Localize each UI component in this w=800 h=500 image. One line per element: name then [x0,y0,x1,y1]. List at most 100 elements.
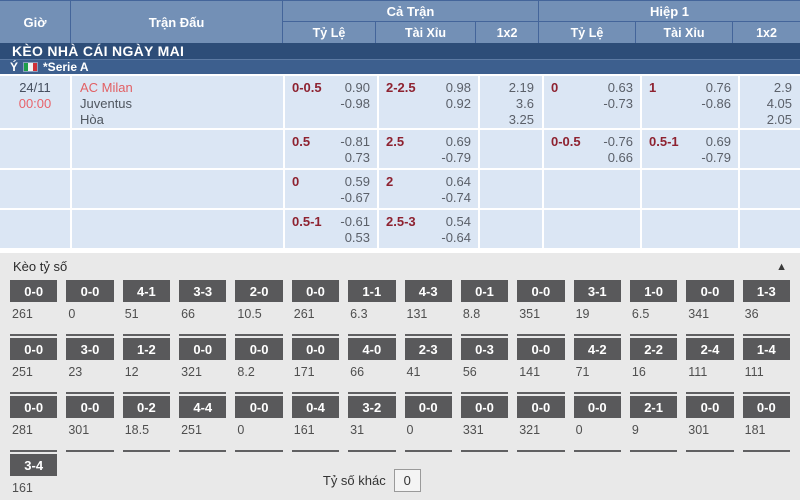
ft-handicap-line[interactable]: 0.5-1 [292,214,322,246]
ft-overunder-odd-value[interactable]: -0.64 [441,230,471,246]
ft-overunder-line[interactable]: 2-2.5 [386,80,416,126]
ft-overunder-odd-value[interactable]: 0.98 [446,80,471,96]
score-option-button[interactable]: 1-2 [123,338,170,360]
score-option-button[interactable]: 1-1 [348,280,395,302]
score-option-button[interactable]: 0-0 [743,396,790,418]
ft-handicap-line[interactable]: 0-0.5 [292,80,322,126]
other-score-input[interactable]: 0 [394,469,421,492]
h1-handicap-line[interactable]: 0-0.5 [551,134,581,166]
score-option-button[interactable]: 2-0 [235,280,282,302]
ft-1x2-odd-value[interactable]: 2.19 [480,80,534,96]
ft-overunder-cell[interactable]: 2.5-3 0.54-0.64 [379,210,478,248]
h1-handicap-odd-value[interactable]: 0.66 [603,150,633,166]
ft-overunder-odd-value[interactable]: -0.79 [441,150,471,166]
score-option-button[interactable]: 3-3 [179,280,226,302]
score-option-button[interactable]: 4-2 [574,338,621,360]
h1-1x2-odd-value[interactable]: 2.9 [740,80,792,96]
score-option-button[interactable]: 0-0 [10,338,57,360]
score-option-button[interactable]: 0-4 [292,396,339,418]
ft-overunder-odd-value[interactable]: 0.92 [446,96,471,112]
score-option-button[interactable]: 1-0 [630,280,677,302]
h1-overunder-line[interactable]: 0.5-1 [649,134,679,166]
ft-overunder-line[interactable]: 2.5-3 [386,214,416,246]
score-option-button[interactable]: 2-1 [630,396,677,418]
collapse-arrow-icon[interactable]: ▲ [776,261,787,273]
ft-1x2-odd-value[interactable]: 3.25 [480,112,534,128]
ft-1x2-odd-value[interactable]: 3.6 [480,96,534,112]
score-option-button[interactable]: 4-4 [179,396,226,418]
h1-overunder-odd-value[interactable]: -0.79 [701,150,731,166]
h1-overunder-line[interactable]: 1 [649,80,656,126]
ft-overunder-odd-value[interactable]: 0.69 [441,134,471,150]
score-option-button[interactable]: 0-0 [405,396,452,418]
score-option-button[interactable]: 0-0 [686,396,733,418]
score-option-button[interactable]: 1-4 [743,338,790,360]
score-option-button[interactable]: 0-0 [292,280,339,302]
ft-overunder-line[interactable]: 2.5 [386,134,404,166]
score-option-button[interactable]: 3-0 [66,338,113,360]
ft-overunder-cell[interactable]: 2 0.64-0.74 [379,170,478,208]
score-option-button[interactable]: 3-2 [348,396,395,418]
score-option-button[interactable]: 0-0 [235,396,282,418]
h1-1x2-cell[interactable]: 2.94.052.05 [740,76,800,128]
h1-handicap-cell[interactable]: 0-0.5 -0.760.66 [544,130,640,168]
ft-handicap-odd-value[interactable]: -0.61 [340,214,370,230]
h1-handicap-cell[interactable]: 0 0.63-0.73 [544,76,640,128]
h1-1x2-odd-value[interactable]: 2.05 [740,112,792,128]
score-option-button[interactable]: 2-3 [405,338,452,360]
h1-1x2-odd-value[interactable]: 4.05 [740,96,792,112]
h1-overunder-odd-value[interactable]: 0.76 [701,80,731,96]
ft-handicap-cell[interactable]: 0-0.5 0.90-0.98 [285,76,377,128]
score-option-button[interactable]: 0-0 [10,396,57,418]
score-option-button[interactable]: 0-0 [66,396,113,418]
score-option-button[interactable]: 0-0 [461,396,508,418]
score-option-button[interactable]: 0-0 [517,338,564,360]
ft-handicap-odd-value[interactable]: -0.67 [340,190,370,206]
ft-handicap-cell[interactable]: 0 0.59-0.67 [285,170,377,208]
score-option-button[interactable]: 0-0 [517,396,564,418]
ft-handicap-odd-value[interactable]: 0.59 [340,174,370,190]
h1-handicap-line[interactable]: 0 [551,80,558,126]
score-option-button[interactable]: 3-1 [574,280,621,302]
ft-overunder-cell[interactable]: 2-2.5 0.980.92 [379,76,478,128]
ft-overunder-cell[interactable]: 2.5 0.69-0.79 [379,130,478,168]
score-option-button[interactable]: 4-1 [123,280,170,302]
score-option-button[interactable]: 1-3 [743,280,790,302]
score-option-button[interactable]: 0-0 [574,396,621,418]
score-option-button[interactable]: 0-1 [461,280,508,302]
score-option-button[interactable]: 0-0 [66,280,113,302]
score-option-button[interactable]: 0-0 [10,280,57,302]
ft-handicap-odd-value[interactable]: 0.53 [340,230,370,246]
ft-1x2-cell[interactable]: 2.193.63.25 [480,76,542,128]
score-option-button[interactable]: 0-0 [179,338,226,360]
h1-handicap-odd-value[interactable]: -0.73 [603,96,633,112]
h1-overunder-cell[interactable]: 1 0.76-0.86 [642,76,738,128]
ft-overunder-odd-value[interactable]: 0.64 [441,174,471,190]
ft-overunder-odd-value[interactable]: 0.54 [441,214,471,230]
h1-handicap-odd-value[interactable]: -0.76 [603,134,633,150]
h1-overunder-odd-value[interactable]: 0.69 [701,134,731,150]
ft-handicap-line[interactable]: 0 [292,174,299,206]
ft-overunder-line[interactable]: 2 [386,174,393,206]
score-option-button[interactable]: 2-2 [630,338,677,360]
ft-handicap-odd-value[interactable]: 0.73 [340,150,370,166]
score-option-button[interactable]: 2-4 [686,338,733,360]
ft-handicap-cell[interactable]: 0.5-1 -0.610.53 [285,210,377,248]
ft-handicap-odd-value[interactable]: -0.98 [340,96,370,112]
score-option-button[interactable]: 4-3 [405,280,452,302]
score-option-button[interactable]: 0-3 [461,338,508,360]
h1-overunder-cell[interactable]: 0.5-1 0.69-0.79 [642,130,738,168]
ft-overunder-odd-value[interactable]: -0.74 [441,190,471,206]
score-option-button[interactable]: 0-0 [292,338,339,360]
score-option-button[interactable]: 0-0 [517,280,564,302]
h1-handicap-odd-value[interactable]: 0.63 [603,80,633,96]
h1-overunder-odd-value[interactable]: -0.86 [701,96,731,112]
ft-handicap-cell[interactable]: 0.5-0.810.73 [285,130,377,168]
score-option-button[interactable]: 0-0 [235,338,282,360]
score-option-button[interactable]: 0-0 [686,280,733,302]
ft-handicap-odd-value[interactable]: 0.90 [340,80,370,96]
score-option-button[interactable]: 0-2 [123,396,170,418]
ft-handicap-line[interactable]: 0.5 [292,134,310,166]
score-option-button[interactable]: 3-4 [10,454,57,476]
score-option-button[interactable]: 4-0 [348,338,395,360]
